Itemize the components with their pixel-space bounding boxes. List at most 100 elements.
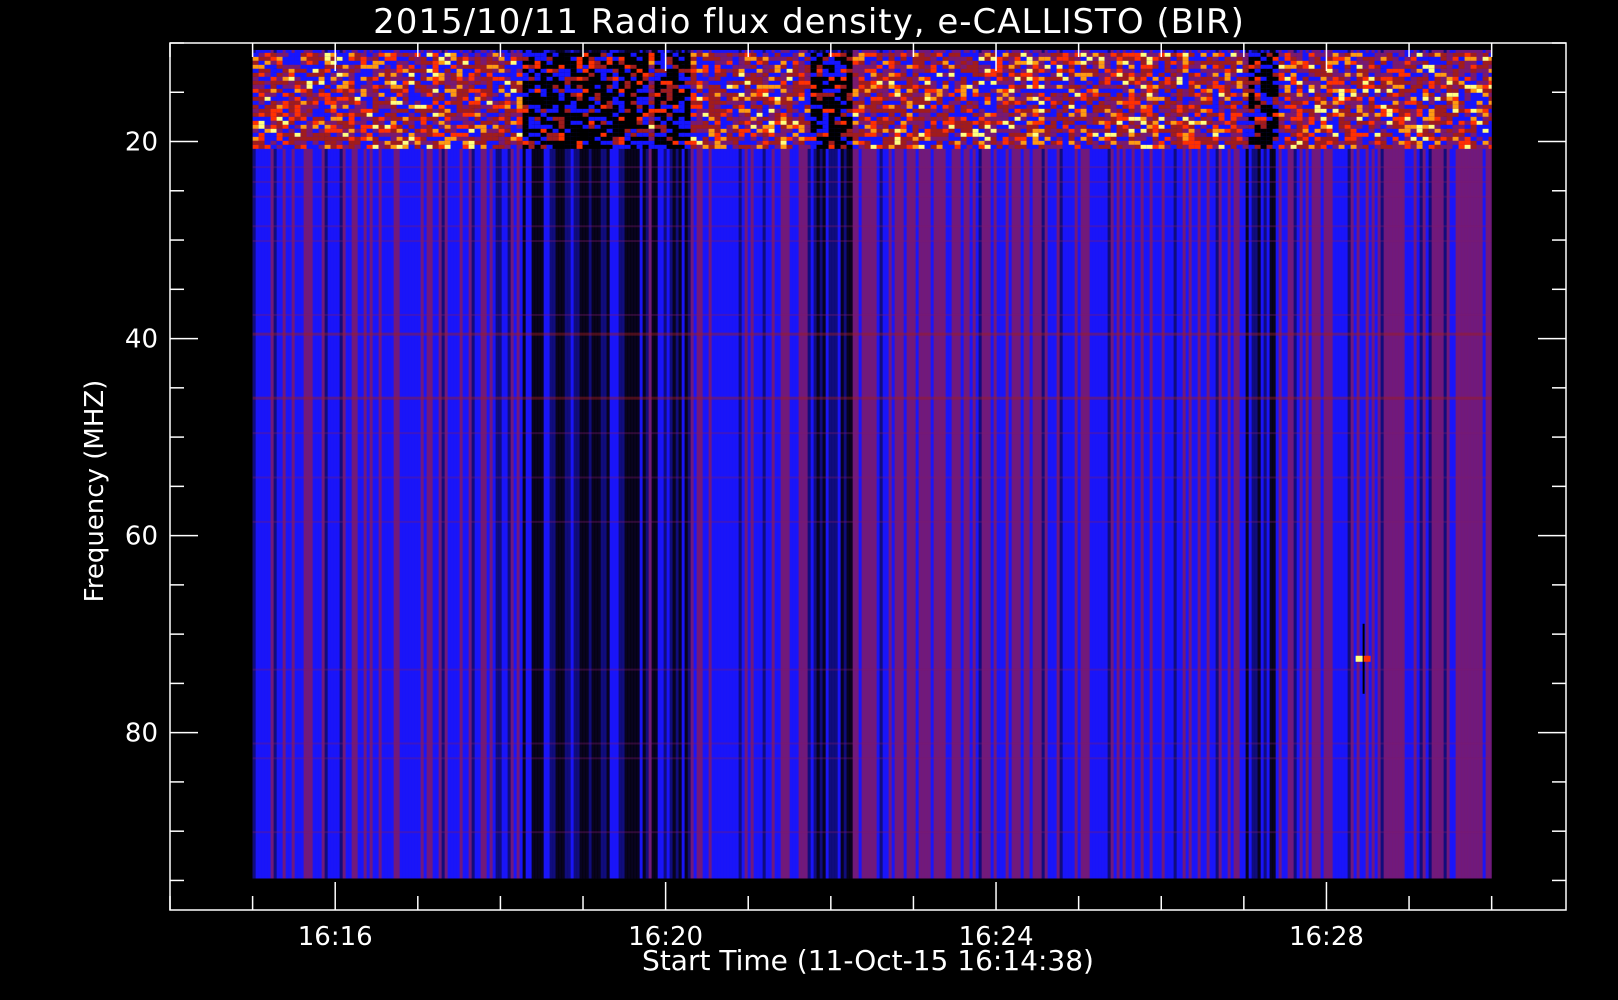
heatmap-rfi-cell (1278, 88, 1285, 93)
heatmap-rfi-cell (642, 120, 649, 125)
heatmap-rfi-cell (1068, 116, 1075, 121)
heatmap-rfi-cell (708, 100, 715, 105)
heatmap-rfi-cell (522, 76, 529, 81)
heatmap-rfi-cell (924, 76, 931, 81)
heatmap-rfi-cell (1422, 120, 1429, 125)
heatmap-column (498, 49, 503, 879)
heatmap-column (891, 49, 896, 879)
heatmap-rfi-cell (1104, 116, 1111, 121)
heatmap-rfi-cell (252, 132, 259, 137)
heatmap-rfi-cell (858, 96, 865, 101)
heatmap-rfi-cell (276, 92, 283, 97)
heatmap-rfi-cell (1398, 116, 1405, 121)
heatmap-rfi-cell (1320, 92, 1327, 97)
heatmap-rfi-cell (762, 104, 769, 109)
heatmap-rfi-cell (1212, 132, 1219, 137)
heatmap-rfi-cell (1440, 120, 1447, 125)
heatmap-rfi-cell (1290, 76, 1297, 81)
heatmap-rfi-cell (426, 72, 433, 77)
heatmap-rfi-cell (1080, 60, 1087, 65)
heatmap-rfi-cell (270, 116, 277, 121)
heatmap-rfi-cell (1470, 76, 1477, 81)
heatmap-rfi-cell (438, 108, 445, 113)
heatmap-rfi-cell (288, 108, 295, 113)
heatmap-rfi-cell (1416, 68, 1423, 73)
heatmap-rfi-cell (1434, 56, 1441, 61)
heatmap-rfi-cell (306, 124, 313, 129)
heatmap-rfi-cell (264, 96, 271, 101)
heatmap-rfi-cell (258, 56, 265, 61)
heatmap-rfi-cell (1038, 80, 1045, 85)
heatmap-rfi-cell (1020, 120, 1027, 125)
heatmap-rfi-cell (1350, 112, 1357, 117)
heatmap-rfi-cell (1488, 76, 1492, 81)
heatmap-rfi-cell (468, 76, 475, 81)
heatmap-rfi-cell (444, 116, 451, 121)
heatmap-rfi-cell (942, 60, 949, 65)
heatmap-rfi-cell (1470, 92, 1477, 97)
heatmap-rfi-cell (510, 72, 517, 77)
heatmap-column (987, 49, 992, 879)
heatmap-rfi-cell (1068, 60, 1075, 65)
heatmap-rfi-cell (276, 124, 283, 129)
heatmap-rfi-cell (1368, 108, 1375, 113)
heatmap-rfi-cell (450, 96, 457, 101)
heatmap-rfi-cell (1194, 136, 1201, 141)
heatmap-rfi-cell (1380, 76, 1387, 81)
heatmap-rfi-cell (1260, 120, 1267, 125)
heatmap-rfi-cell (546, 108, 553, 113)
heatmap-column (951, 49, 956, 879)
heatmap-rfi-cell (414, 120, 421, 125)
heatmap-rfi-cell (366, 104, 373, 109)
heatmap-column (549, 49, 554, 879)
heatmap-rfi-cell (1278, 76, 1285, 81)
heatmap-rfi-cell (564, 124, 571, 129)
heatmap-rfi-cell (1188, 124, 1195, 129)
heatmap-column (675, 49, 680, 879)
heatmap-rfi-cell (846, 100, 853, 105)
heatmap-rfi-cell (498, 96, 505, 101)
heatmap-rfi-cell (1482, 56, 1489, 61)
heatmap-rfi-cell (1278, 104, 1285, 109)
heatmap-rfi-cell (420, 116, 427, 121)
heatmap-rfi-cell (1356, 68, 1363, 73)
heatmap-rfi-cell (918, 64, 925, 69)
heatmap-rfi-cell (1044, 88, 1051, 93)
heatmap-rfi-cell (516, 68, 523, 73)
heatmap-rfi-cell (534, 120, 541, 125)
heatmap-rfi-cell (432, 72, 439, 77)
heatmap-rfi-cell (942, 92, 949, 97)
heatmap-rfi-cell (528, 100, 535, 105)
heatmap-rfi-cell (1488, 104, 1492, 109)
heatmap-rfi-cell (1302, 92, 1309, 97)
heatmap-rfi-cell (444, 120, 451, 125)
heatmap-rfi-cell (618, 64, 625, 69)
heatmap-rfi-cell (414, 116, 421, 121)
heatmap-rfi-cell (378, 64, 385, 69)
heatmap-rfi-cell (1398, 104, 1405, 109)
heatmap-rfi-cell (1434, 124, 1441, 129)
heatmap-rfi-cell (360, 104, 367, 109)
heatmap-rfi-cell (1212, 52, 1219, 57)
heatmap-rfi-cell (894, 120, 901, 125)
heatmap-column (558, 49, 563, 879)
heatmap-rfi-cell (612, 76, 619, 81)
heatmap-column (696, 49, 701, 879)
heatmap-rfi-cell (1362, 136, 1369, 141)
heatmap-rfi-cell (336, 76, 343, 81)
heatmap-rfi-cell (1476, 136, 1483, 141)
heatmap-rfi-cell (756, 132, 763, 137)
heatmap-rfi-cell (570, 120, 577, 125)
heatmap-rfi-cell (1002, 100, 1009, 105)
heatmap-rfi-cell (882, 136, 889, 141)
heatmap-rfi-cell (792, 112, 799, 117)
heatmap-column (1368, 49, 1373, 879)
heatmap-rfi-cell (1434, 60, 1441, 65)
heatmap-rfi-cell (1254, 60, 1261, 65)
heatmap-rfi-cell (1128, 72, 1135, 77)
heatmap-rfi-cell (1410, 100, 1417, 105)
heatmap-column (783, 49, 788, 879)
heatmap-rfi-cell (516, 64, 523, 69)
heatmap-rfi-cell (1452, 52, 1459, 57)
heatmap-rfi-cell (864, 72, 871, 77)
